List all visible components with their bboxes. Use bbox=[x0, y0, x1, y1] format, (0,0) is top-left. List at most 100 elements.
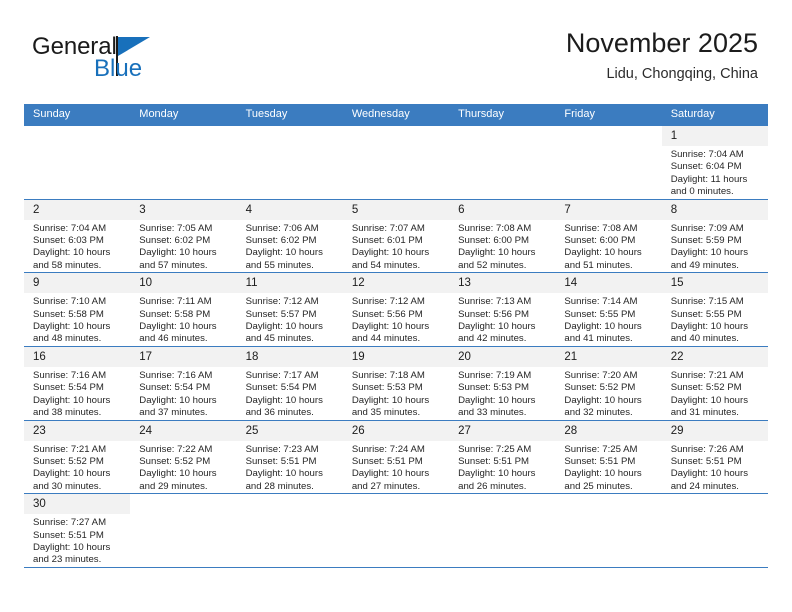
calendar-day-cell[interactable]: 24 Sunrise: 7:22 AM Sunset: 5:52 PM Dayligh… bbox=[130, 419, 237, 495]
weekday-header-tuesday: Tuesday bbox=[236, 104, 343, 126]
calendar-day-cell[interactable]: 14 Sunrise: 7:14 AM Sunset: 5:55 PM Dayligh… bbox=[555, 272, 662, 347]
day-number: 15 bbox=[661, 273, 768, 294]
daylight-text-line2: and 31 minutes. bbox=[670, 407, 739, 419]
daylight-text-line1: Daylight: 10 hours bbox=[33, 321, 111, 333]
calendar-day-cell[interactable]: 26 Sunrise: 7:24 AM Sunset: 5:51 PM Dayligh… bbox=[342, 419, 450, 495]
day-number: 1 bbox=[661, 126, 768, 146]
sunrise-text: Sunrise: 7:21 AM bbox=[33, 443, 107, 455]
daylight-text-line1: Daylight: 10 hours bbox=[245, 394, 323, 406]
sunset-text: Sunset: 5:55 PM bbox=[564, 308, 636, 320]
day-details: Sunrise: 7:16 AM Sunset: 5:54 PM Daylight:… bbox=[130, 367, 236, 420]
sunset-text: Sunset: 5:54 PM bbox=[139, 382, 211, 394]
day-details: Sunrise: 7:08 AM Sunset: 6:00 PM Daylight:… bbox=[449, 220, 555, 273]
calendar-day-cell[interactable]: 13 Sunrise: 7:13 AM Sunset: 5:56 PM Dayligh… bbox=[449, 272, 556, 347]
daylight-text-line1: Daylight: 10 hours bbox=[670, 468, 749, 480]
day-number: 25 bbox=[236, 420, 343, 441]
calendar-page: General Blue November 2025 Lidu, Chongqi… bbox=[0, 0, 792, 612]
calendar-day-cell[interactable]: 20 Sunrise: 7:19 AM Sunset: 5:53 PM Dayligh… bbox=[449, 345, 556, 421]
sunrise-text: Sunrise: 7:12 AM bbox=[351, 296, 425, 308]
daylight-text-line2: and 42 minutes. bbox=[458, 333, 527, 345]
calendar-day-cell[interactable]: 19 Sunrise: 7:18 AM Sunset: 5:53 PM Dayligh… bbox=[342, 345, 450, 421]
daylight-text-line2: and 52 minutes. bbox=[458, 259, 527, 271]
calendar-day-cell[interactable]: 2 Sunrise: 7:04 AM Sunset: 6:03 PM Daylight… bbox=[24, 198, 131, 274]
calendar-day-cell[interactable]: 9 Sunrise: 7:10 AM Sunset: 5:58 PM Daylight… bbox=[24, 272, 131, 347]
general-blue-logo[interactable]: General Blue bbox=[32, 34, 212, 90]
calendar-day-cell[interactable]: 28 Sunrise: 7:25 AM Sunset: 5:51 PM Dayligh… bbox=[555, 419, 662, 495]
calendar-day-cell[interactable]: 1 Sunrise: 7:04 AM Sunset: 6:04 PM Daylight… bbox=[661, 125, 768, 200]
calendar-day-cell[interactable]: 15 Sunrise: 7:15 AM Sunset: 5:55 PM Dayligh… bbox=[661, 272, 768, 347]
daylight-text-line2: and 37 minutes. bbox=[139, 407, 208, 419]
calendar-day-cell-empty bbox=[24, 125, 131, 200]
daylight-text-line1: Daylight: 10 hours bbox=[458, 321, 536, 333]
sunrise-text: Sunrise: 7:05 AM bbox=[139, 222, 213, 234]
calendar-day-cell[interactable]: 3 Sunrise: 7:05 AM Sunset: 6:02 PM Daylight… bbox=[130, 198, 237, 274]
day-number: 23 bbox=[24, 420, 131, 441]
calendar-day-cell[interactable]: 11 Sunrise: 7:12 AM Sunset: 5:57 PM Dayligh… bbox=[236, 272, 343, 347]
calendar-day-cell[interactable]: 8 Sunrise: 7:09 AM Sunset: 5:59 PM Daylight… bbox=[661, 198, 768, 274]
calendar-day-cell[interactable]: 27 Sunrise: 7:25 AM Sunset: 5:51 PM Dayligh… bbox=[449, 419, 556, 495]
calendar-day-cell[interactable]: 23 Sunrise: 7:21 AM Sunset: 5:52 PM Dayligh… bbox=[24, 419, 131, 495]
day-details: Sunrise: 7:12 AM Sunset: 5:56 PM Daylight:… bbox=[343, 293, 449, 346]
day-details: Sunrise: 7:21 AM Sunset: 5:52 PM Daylight:… bbox=[24, 441, 130, 494]
daylight-text-line1: Daylight: 10 hours bbox=[564, 321, 642, 333]
calendar-week-row: 1 Sunrise: 7:04 AM Sunset: 6:04 PM Daylight… bbox=[24, 125, 768, 200]
day-number: 5 bbox=[342, 199, 450, 220]
calendar-day-cell[interactable]: 12 Sunrise: 7:12 AM Sunset: 5:56 PM Dayligh… bbox=[342, 272, 450, 347]
sunrise-text: Sunrise: 7:10 AM bbox=[33, 296, 107, 308]
calendar-header-row: Sunday Monday Tuesday Wednesday Thursday… bbox=[24, 104, 768, 126]
calendar-day-cell-empty bbox=[236, 493, 343, 568]
daylight-text-line2: and 23 minutes. bbox=[33, 554, 102, 566]
weekday-header-sunday: Sunday bbox=[24, 104, 131, 126]
daylight-text-line2: and 44 minutes. bbox=[351, 333, 421, 345]
day-details: Sunrise: 7:05 AM Sunset: 6:02 PM Daylight:… bbox=[130, 220, 236, 273]
calendar-day-cell-empty bbox=[449, 125, 556, 200]
calendar-day-cell[interactable]: 18 Sunrise: 7:17 AM Sunset: 5:54 PM Dayligh… bbox=[236, 345, 343, 421]
sunrise-text: Sunrise: 7:14 AM bbox=[564, 296, 638, 308]
daylight-text-line2: and 46 minutes. bbox=[139, 333, 208, 345]
day-details: Sunrise: 7:12 AM Sunset: 5:57 PM Daylight:… bbox=[237, 293, 343, 346]
day-number: 21 bbox=[555, 346, 662, 367]
sunset-text: Sunset: 5:54 PM bbox=[33, 382, 104, 394]
sunset-text: Sunset: 5:57 PM bbox=[245, 308, 317, 320]
daylight-text-line2: and 40 minutes. bbox=[670, 333, 739, 345]
calendar-body: 1 Sunrise: 7:04 AM Sunset: 6:04 PM Daylight… bbox=[24, 125, 768, 568]
day-number: 27 bbox=[449, 420, 556, 441]
day-details: Sunrise: 7:08 AM Sunset: 6:00 PM Daylight:… bbox=[555, 220, 661, 273]
day-number: 26 bbox=[342, 420, 450, 441]
daylight-text-line2: and 57 minutes. bbox=[139, 259, 208, 271]
daylight-text-line1: Daylight: 10 hours bbox=[564, 247, 642, 259]
calendar-day-cell[interactable]: 4 Sunrise: 7:06 AM Sunset: 6:02 PM Daylight… bbox=[236, 198, 343, 274]
daylight-text-line1: Daylight: 10 hours bbox=[139, 468, 217, 480]
day-number: 29 bbox=[661, 420, 768, 441]
sunrise-text: Sunrise: 7:13 AM bbox=[458, 296, 532, 308]
calendar-week-row: 23 Sunrise: 7:21 AM Sunset: 5:52 PM Dayligh… bbox=[24, 419, 768, 495]
calendar-week-row: 30 Sunrise: 7:27 AM Sunset: 5:51 PM Dayligh… bbox=[24, 493, 768, 568]
calendar-day-cell-empty bbox=[342, 493, 450, 568]
sunset-text: Sunset: 5:52 PM bbox=[564, 382, 636, 394]
calendar-day-cell[interactable]: 25 Sunrise: 7:23 AM Sunset: 5:51 PM Dayligh… bbox=[236, 419, 343, 495]
calendar-day-cell[interactable]: 6 Sunrise: 7:08 AM Sunset: 6:00 PM Daylight… bbox=[449, 198, 556, 274]
calendar-week-row: 16 Sunrise: 7:16 AM Sunset: 5:54 PM Dayligh… bbox=[24, 345, 768, 421]
sunset-text: Sunset: 5:59 PM bbox=[670, 235, 742, 247]
weekday-header-monday: Monday bbox=[130, 104, 237, 126]
calendar-day-cell[interactable]: 10 Sunrise: 7:11 AM Sunset: 5:58 PM Dayligh… bbox=[130, 272, 237, 347]
location-subtitle: Lidu, Chongqing, China bbox=[606, 66, 758, 82]
calendar-day-cell[interactable]: 5 Sunrise: 7:07 AM Sunset: 6:01 PM Daylight… bbox=[342, 198, 450, 274]
calendar-day-cell[interactable]: 29 Sunrise: 7:26 AM Sunset: 5:51 PM Dayligh… bbox=[661, 419, 768, 495]
calendar-day-cell[interactable]: 21 Sunrise: 7:20 AM Sunset: 5:52 PM Dayligh… bbox=[555, 345, 662, 421]
day-details: Sunrise: 7:24 AM Sunset: 5:51 PM Daylight:… bbox=[343, 441, 449, 494]
calendar-day-cell[interactable]: 17 Sunrise: 7:16 AM Sunset: 5:54 PM Dayligh… bbox=[130, 345, 237, 421]
calendar-day-cell[interactable]: 22 Sunrise: 7:21 AM Sunset: 5:52 PM Dayligh… bbox=[661, 345, 768, 421]
calendar-day-cell[interactable]: 16 Sunrise: 7:16 AM Sunset: 5:54 PM Dayligh… bbox=[24, 345, 131, 421]
daylight-text-line2: and 27 minutes. bbox=[351, 480, 421, 492]
sunset-text: Sunset: 5:51 PM bbox=[458, 455, 530, 467]
weekday-header-friday: Friday bbox=[555, 104, 662, 126]
calendar-day-cell[interactable]: 30 Sunrise: 7:27 AM Sunset: 5:51 PM Dayligh… bbox=[24, 493, 131, 568]
day-details: Sunrise: 7:14 AM Sunset: 5:55 PM Daylight:… bbox=[555, 293, 661, 346]
day-details: Sunrise: 7:07 AM Sunset: 6:01 PM Daylight:… bbox=[343, 220, 449, 273]
daylight-text-line1: Daylight: 10 hours bbox=[564, 394, 642, 406]
sunrise-text: Sunrise: 7:15 AM bbox=[670, 296, 744, 308]
calendar-day-cell[interactable]: 7 Sunrise: 7:08 AM Sunset: 6:00 PM Daylight… bbox=[555, 198, 662, 274]
day-details: Sunrise: 7:23 AM Sunset: 5:51 PM Daylight:… bbox=[237, 441, 343, 494]
day-details: Sunrise: 7:22 AM Sunset: 5:52 PM Daylight:… bbox=[130, 441, 236, 494]
